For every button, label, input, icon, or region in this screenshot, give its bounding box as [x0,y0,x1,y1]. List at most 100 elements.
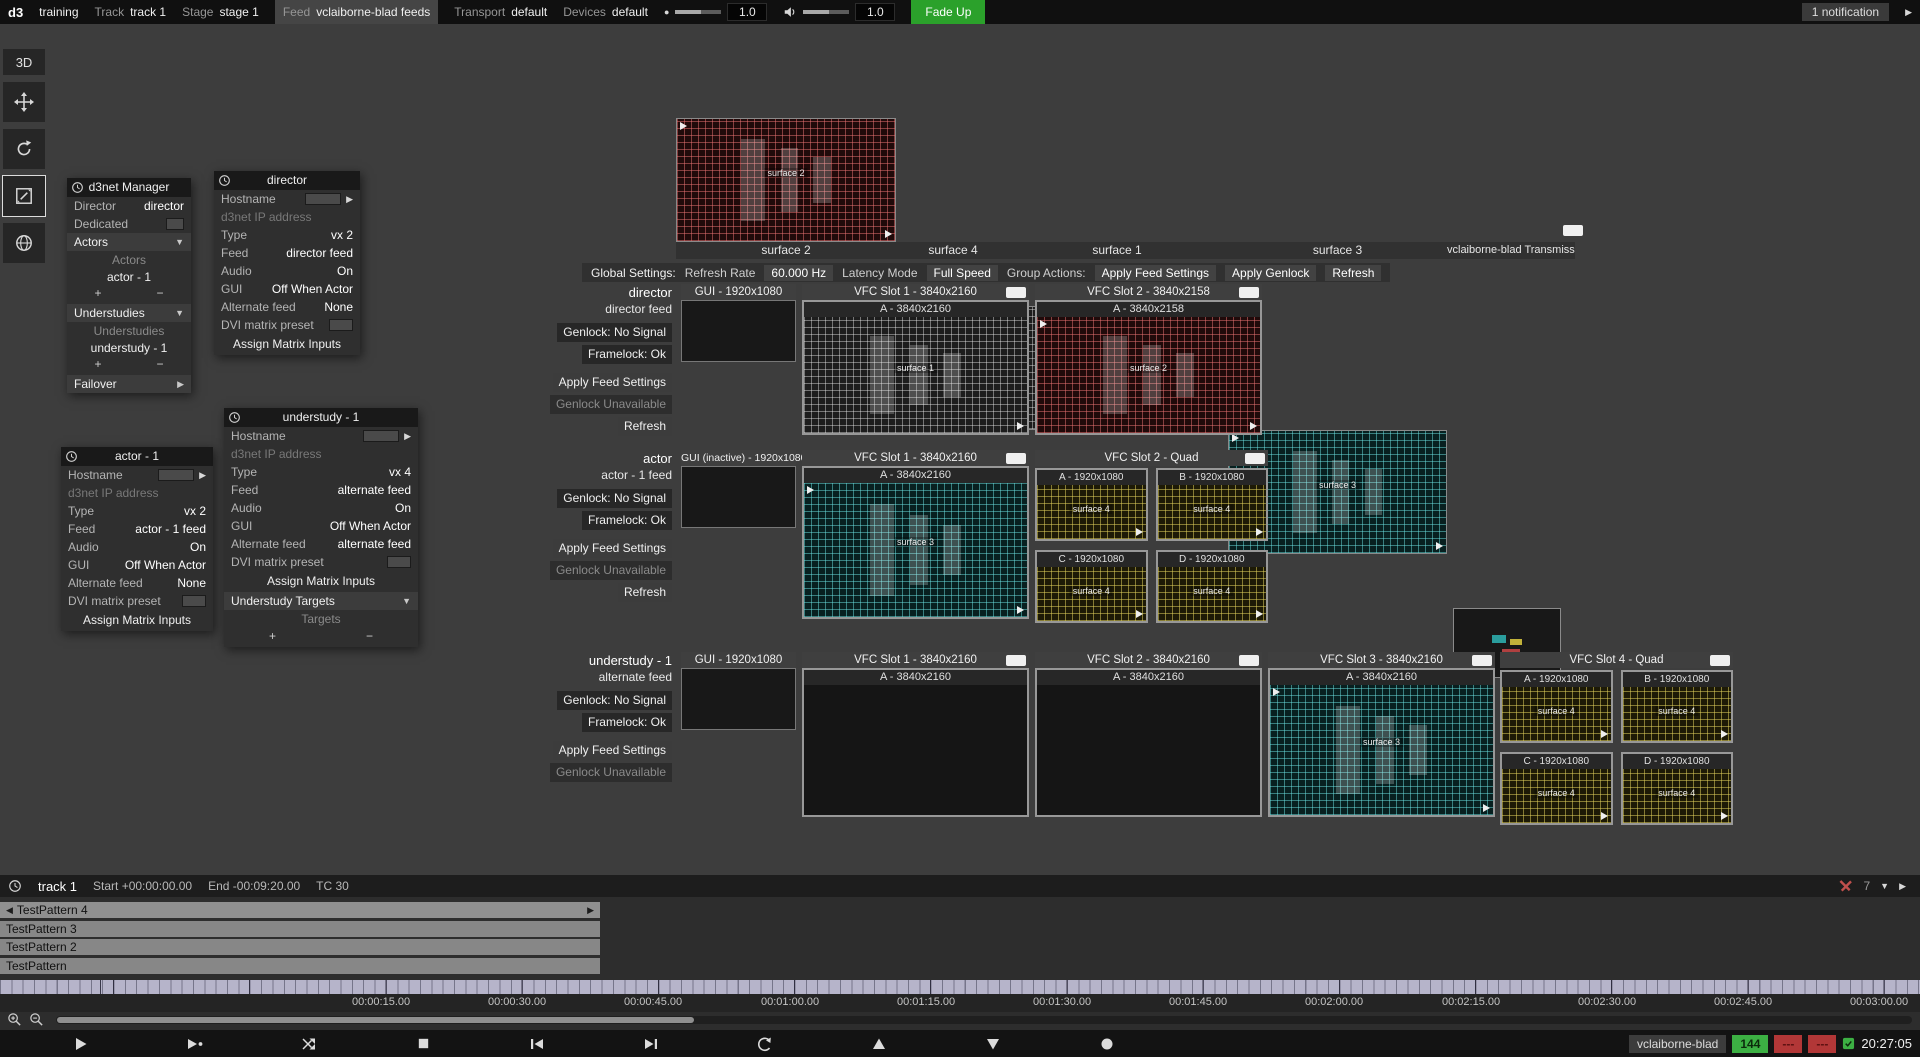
actor-gui-output[interactable]: GUI (inactive) - 1920x1080 [681,450,796,528]
dvi-matrix-input[interactable] [182,595,206,607]
vfc-slot-checkbox[interactable] [1710,655,1730,666]
understudy-vfc-slot-3[interactable]: VFC Slot 3 - 3840x2160 A - 3840x2160 sur… [1268,652,1495,817]
dvi-matrix-row[interactable]: DVI matrix preset [224,553,418,571]
actor-vfc-slot-1[interactable]: VFC Slot 1 - 3840x2160 A - 3840x2160 sur… [802,450,1029,619]
machine-name[interactable]: actor [420,450,672,467]
machine-feed[interactable]: director feed [420,301,672,318]
quad-output-d[interactable]: D - 1920x1080 surface 4 [1621,752,1734,825]
layer-bar-testpattern2[interactable]: TestPattern 2 [0,939,600,955]
hostname-input[interactable] [158,469,194,481]
type-row[interactable]: Type vx 2 [61,502,213,520]
feed-row[interactable]: Feed actor - 1 feed [61,520,213,538]
audio-row[interactable]: Audio On [224,499,418,517]
remove-actor-button[interactable]: − [156,286,163,300]
actor-vfc-slot-2-quad[interactable]: VFC Slot 2 - Quad A - 1920x1080 surface … [1035,450,1268,623]
add-actor-button[interactable]: + [94,286,101,300]
surface-label[interactable]: surface 3 [1228,242,1447,259]
alternate-feed-row[interactable]: Alternate feed alternate feed [224,535,418,553]
apply-feed-settings-button[interactable]: Apply Feed Settings [553,741,672,760]
stop-button[interactable] [414,1035,432,1053]
zoom-out-button[interactable] [26,1010,46,1028]
feed-row[interactable]: Feed alternate feed [224,481,418,499]
machine-feed[interactable]: actor - 1 feed [420,467,672,484]
apply-feed-settings-button[interactable]: Apply Feed Settings [1095,265,1216,281]
quad-output-b[interactable]: B - 1920x1080 surface 4 [1621,670,1734,743]
vfc-slot-checkbox[interactable] [1006,287,1026,298]
refresh-button[interactable]: Refresh [1325,265,1381,281]
understudy-targets-section-header[interactable]: Understudy Targets ▼ [224,592,418,610]
volume-slider[interactable] [803,10,849,14]
gui-row[interactable]: GUI Off When Actor [224,517,418,535]
quad-output-a[interactable]: A - 1920x1080 surface 4 [1500,670,1613,743]
apply-genlock-button[interactable]: Apply Genlock [1225,265,1316,281]
understudy-list-item[interactable]: understudy - 1 [67,340,191,356]
track-end[interactable]: End -00:09:20.00 [208,879,300,893]
vfc-output-preview[interactable]: surface 4 [1502,687,1611,741]
understudy-gui-output[interactable]: GUI - 1920x1080 [681,652,796,730]
director-row[interactable]: Director director [67,197,191,215]
gui-feed-label[interactable]: vclaiborne-blad Transmissi...GUI [1447,242,1575,259]
vfc-output-preview[interactable]: surface 4 [1623,687,1732,741]
type-row[interactable]: Type vx 2 [214,226,360,244]
gui-feed-checkbox[interactable] [1563,225,1583,236]
director-vfc-slot-2[interactable]: VFC Slot 2 - 3840x2158 A - 3840x2158 sur… [1035,284,1262,435]
surface-label[interactable]: surface 4 [902,242,1004,259]
quad-output-b[interactable]: B - 1920x1080 surface 4 [1156,468,1269,541]
record-button[interactable] [1098,1035,1116,1053]
brightness-value[interactable]: 1.0 [727,3,767,21]
surface-label[interactable]: surface 2 [676,242,896,259]
director-vfc-slot-1[interactable]: VFC Slot 1 - 3840x2160 A - 3840x2160 sur… [802,284,1029,435]
latency-mode-value[interactable]: Full Speed [927,265,998,281]
vfc-slot-checkbox[interactable] [1245,453,1265,464]
cue-up-button[interactable] [870,1035,888,1053]
refresh-button[interactable]: Refresh [618,583,672,602]
gui-row[interactable]: GUI Off When Actor [214,280,360,298]
assign-matrix-inputs-button[interactable]: Assign Matrix Inputs [224,571,418,592]
loop-section-button[interactable] [300,1035,318,1053]
hostname-input[interactable] [305,193,341,205]
vfc-output-preview[interactable] [1037,685,1260,815]
timeline-ruler[interactable] [0,980,1920,994]
actors-section-header[interactable]: Actors ▼ [67,233,191,251]
track-timecode[interactable]: TC 30 [316,879,349,893]
quad-output-c[interactable]: C - 1920x1080 surface 4 [1500,752,1613,825]
apply-feed-settings-button[interactable]: Apply Feed Settings [553,373,672,392]
vfc-output-preview[interactable]: surface 4 [1158,567,1267,621]
fade-up-button[interactable]: Fade Up [911,0,985,24]
chevron-right-icon[interactable]: ▶ [404,431,411,442]
stage-menu[interactable]: Stage stage 1 [182,0,259,24]
next-section-button[interactable] [642,1035,660,1053]
audio-row[interactable]: Audio On [214,262,360,280]
understudy-vfc-slot-4-quad[interactable]: VFC Slot 4 - Quad A - 1920x1080 surface … [1500,652,1733,825]
vfc-slot-checkbox[interactable] [1006,655,1026,666]
hostname-row[interactable]: Hostname ▶ [224,427,418,445]
assign-matrix-inputs-button[interactable]: Assign Matrix Inputs [61,610,213,631]
add-understudy-button[interactable]: + [94,357,101,371]
add-target-button[interactable]: + [269,629,276,643]
play-to-end-of-section-button[interactable] [186,1035,204,1053]
gui-output-preview[interactable] [681,668,796,730]
play-button[interactable] [72,1035,90,1053]
vfc-output-preview[interactable]: surface 4 [1623,769,1732,823]
tools-icon[interactable] [1838,879,1853,894]
project-menu[interactable]: training [39,5,78,19]
hostname-row[interactable]: Hostname ▶ [214,190,360,208]
devices-menu[interactable]: Devices default [563,0,648,24]
zoom-in-button[interactable] [4,1010,24,1028]
dvi-matr​ix-input[interactable] [329,319,353,331]
chevron-right-icon[interactable]: ▶ [1905,7,1912,18]
vfc-output-preview[interactable]: surface 4 [1158,485,1267,539]
globe-tool-button[interactable] [3,223,45,263]
vfc-slot-checkbox[interactable] [1006,453,1026,464]
vfc-output-preview[interactable]: surface 4 [1037,485,1146,539]
quad-output-d[interactable]: D - 1920x1080 surface 4 [1156,550,1269,623]
vfc-output-preview[interactable]: surface 3 [1270,685,1493,815]
audio-row[interactable]: Audio On [61,538,213,556]
track-menu[interactable]: Track track 1 [95,0,167,24]
failover-section-header[interactable]: Failover ▶ [67,375,191,393]
gui-output-preview[interactable] [681,300,796,362]
gui-output-preview[interactable] [681,466,796,528]
quad-output-a[interactable]: A - 1920x1080 surface 4 [1035,468,1148,541]
machine-status-chip[interactable]: vclaiborne-blad [1629,1035,1726,1053]
cue-down-button[interactable] [984,1035,1002,1053]
